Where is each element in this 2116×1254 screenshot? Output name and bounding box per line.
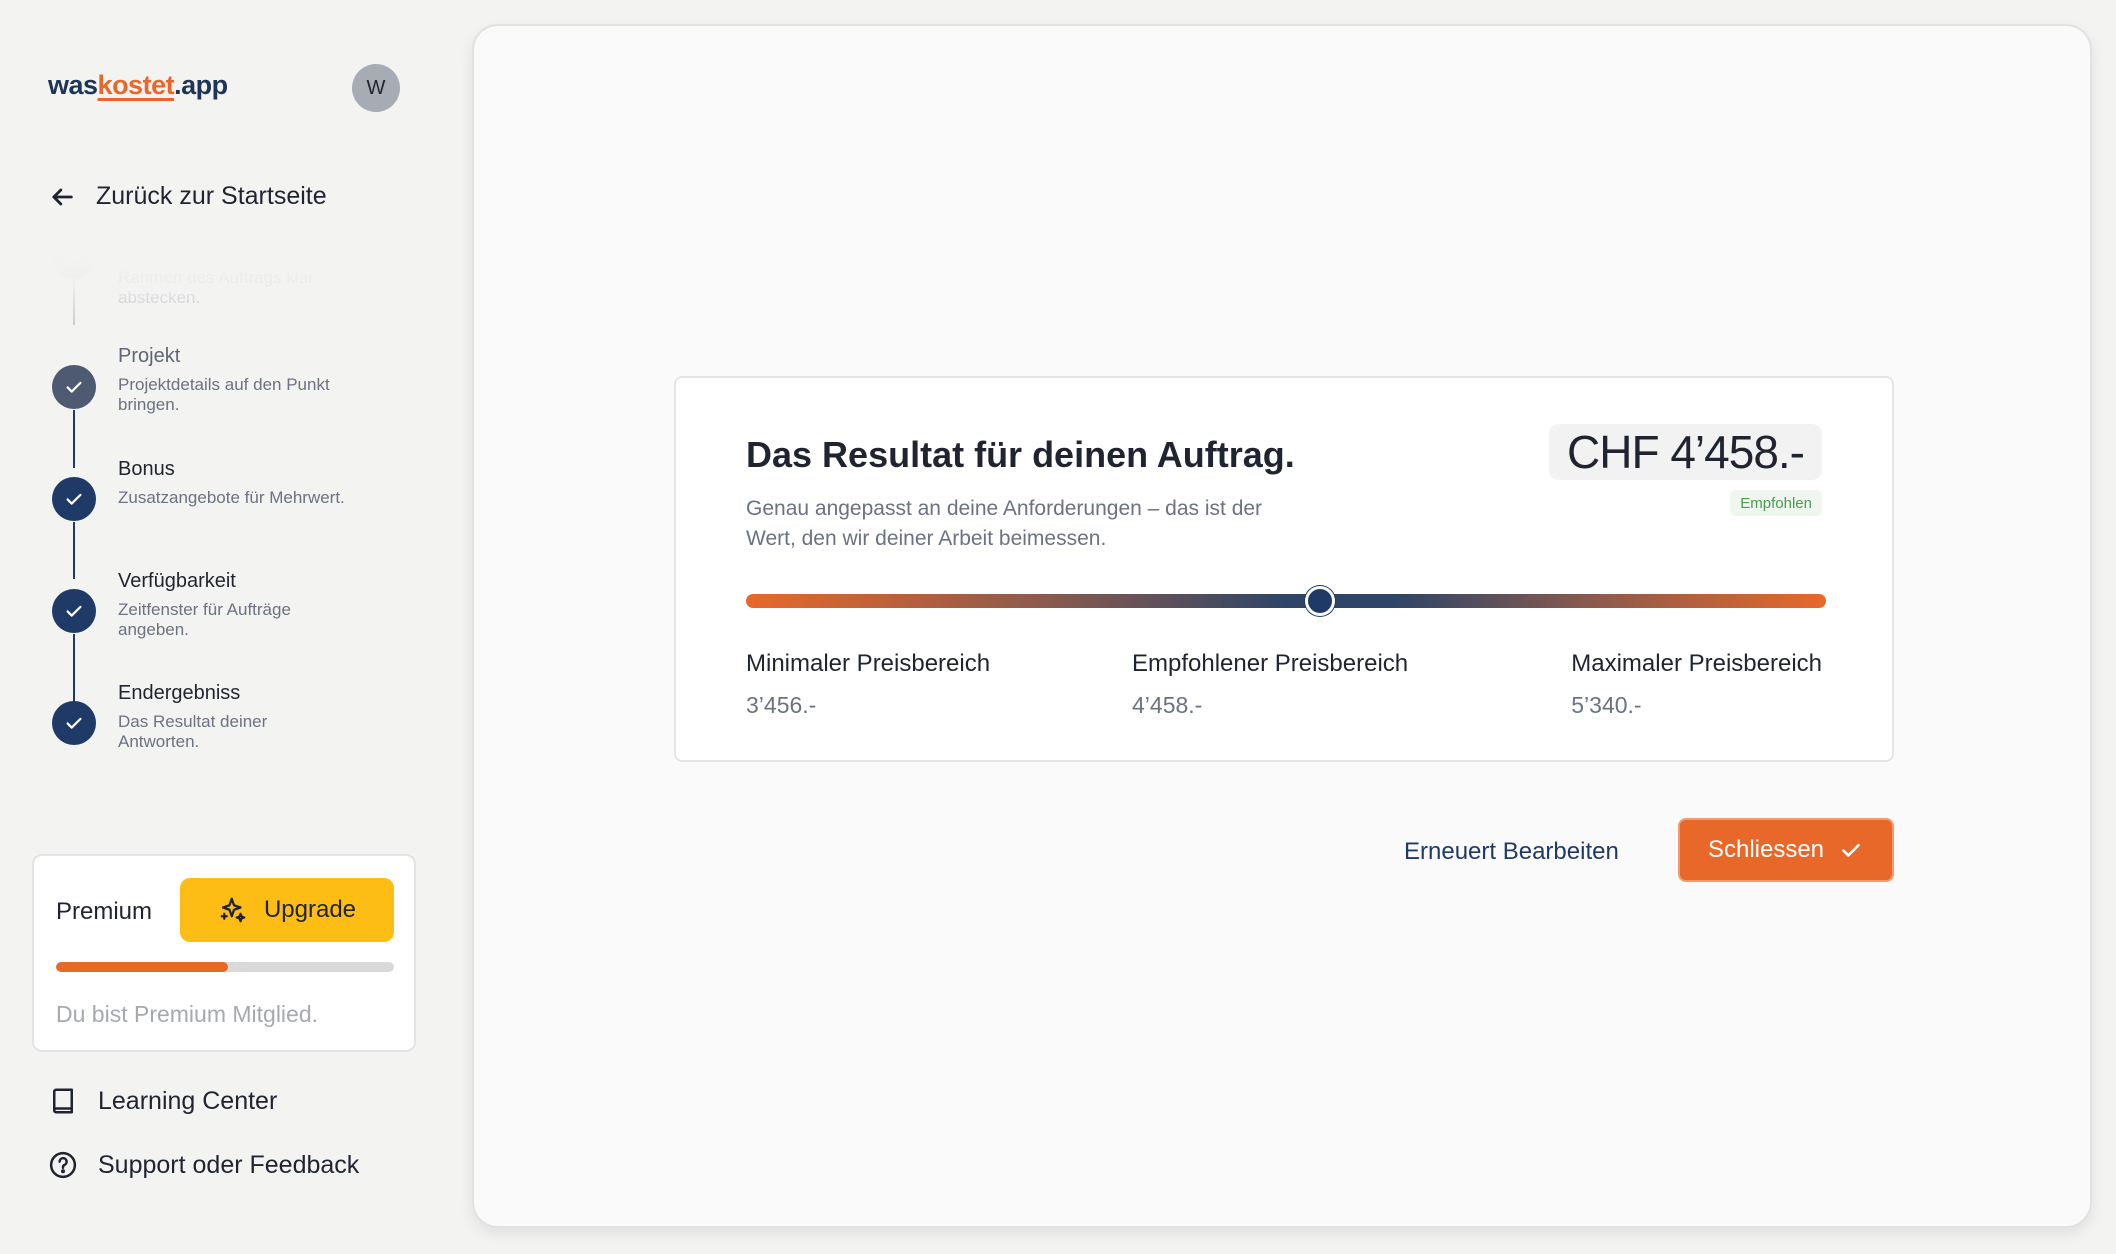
close-button-label: Schliessen [1707, 836, 1825, 863]
support-feedback-link[interactable]: Support oder Feedback [48, 1150, 359, 1180]
step-status-circle [52, 589, 96, 633]
step-title: Projekt [118, 345, 181, 367]
avatar[interactable]: W [352, 64, 400, 112]
result-card: Das Resultat für deinen Auftrag. Genau a… [674, 376, 1894, 762]
arrow-left-icon [52, 188, 73, 205]
result-subtitle: Genau angepasst an deine Anforderungen –… [746, 497, 1263, 550]
price-range-slider[interactable] [746, 586, 1826, 616]
step-status-circle [52, 477, 96, 521]
question-circle-icon [49, 1151, 77, 1179]
recommended-price: CHF 4’458.- [1549, 424, 1822, 480]
step-description: Das Resultat deiner Antworten. [118, 712, 268, 751]
edit-again-button[interactable]: Erneuert Bearbeiten [1404, 838, 1619, 866]
close-button[interactable]: Schliessen [1678, 818, 1894, 882]
step-description: Zusatzangebote für Mehrwert. [118, 488, 345, 507]
sidebar: waskostet.app W Zurück zur Startseite Ra… [0, 0, 450, 1254]
recommended-badge: Empfohlen [1730, 490, 1822, 516]
recommended-price-range: Empfohlener Preisbereich 4’458.- [1132, 650, 1408, 719]
check-icon [66, 381, 82, 393]
step-status-circle [52, 701, 96, 745]
premium-label: Premium [56, 898, 153, 925]
result-title: Das Resultat für deinen Auftrag. [746, 434, 1295, 475]
book-icon [53, 1088, 73, 1114]
max-price-label: Maximaler Preisbereich [1571, 650, 1822, 677]
progress-steps: Rahmen des Auftrags klar abstecken. Proj… [0, 255, 450, 775]
brand-suffix: .app [174, 70, 228, 100]
step-connector [73, 668, 75, 703]
step-status-circle [52, 365, 96, 409]
premium-progress-bar [56, 962, 394, 972]
min-price-value: 3’456.- [746, 692, 817, 718]
brand-logo[interactable]: waskostet.app [48, 70, 228, 101]
premium-card: Premium Upgrade Du bist Premium Mitglied… [32, 854, 416, 1052]
min-price-range: Minimaler Preisbereich 3’456.- [746, 650, 990, 719]
upgrade-button[interactable]: Upgrade [180, 878, 394, 942]
step-connector [73, 410, 75, 468]
step-title: Verfügbarkeit [118, 570, 236, 592]
check-icon [66, 255, 80, 263]
check-icon [1842, 843, 1860, 857]
learning-center-link[interactable]: Learning Center [48, 1086, 277, 1116]
check-icon [66, 493, 82, 505]
step-description: Projektdetails auf den Punkt bringen. [118, 375, 330, 414]
support-feedback-label: Support oder Feedback [98, 1150, 360, 1179]
brand-prefix: was [48, 70, 98, 100]
max-price-range: Maximaler Preisbereich 5’340.- [1571, 650, 1822, 719]
step-status-circle [52, 255, 96, 279]
avatar-initial: W [366, 76, 386, 99]
back-to-home-link[interactable]: Zurück zur Startseite [48, 182, 327, 211]
price-range-thumb[interactable] [1305, 586, 1336, 616]
premium-progress-fill [56, 962, 229, 972]
recommended-price-value: 4’458.- [1132, 692, 1203, 718]
sparkles-icon [220, 897, 246, 923]
step-title: Endergebniss [118, 682, 241, 704]
step-title: Bonus [118, 458, 175, 480]
step-connector [73, 522, 75, 579]
check-icon [66, 717, 82, 729]
learning-center-label: Learning Center [98, 1086, 278, 1115]
max-price-value: 5’340.- [1571, 692, 1642, 718]
back-link-label: Zurück zur Startseite [96, 182, 327, 210]
check-icon [66, 605, 82, 617]
recommended-price-label: Empfohlener Preisbereich [1132, 650, 1409, 677]
min-price-label: Minimaler Preisbereich [746, 650, 991, 677]
step-description: Zeitfenster für Aufträge angeben. [118, 600, 291, 639]
premium-status-text: Du bist Premium Mitglied. [56, 1001, 319, 1027]
brand-accent: kostet [97, 70, 175, 100]
main-panel: Das Resultat für deinen Auftrag. Genau a… [472, 24, 2092, 1228]
step-description: Rahmen des Auftrags klar abstecken. [118, 268, 314, 307]
upgrade-button-label: Upgrade [263, 896, 357, 923]
